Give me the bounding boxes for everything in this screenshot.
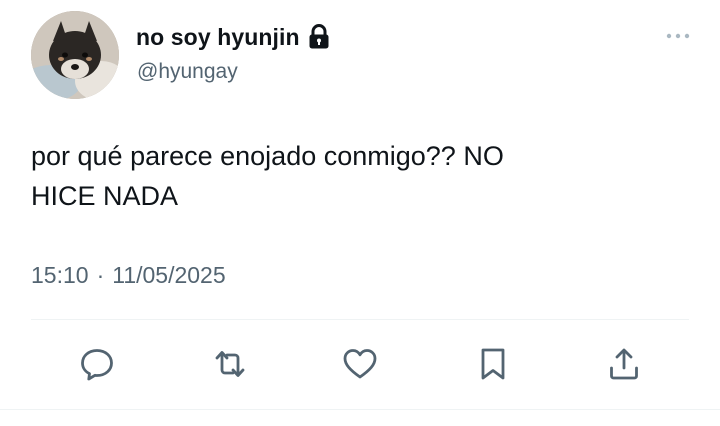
tweet-date[interactable]: 11/05/2025 bbox=[112, 262, 225, 289]
share-icon[interactable] bbox=[602, 342, 646, 386]
action-bar bbox=[0, 342, 720, 392]
bookmark-icon[interactable] bbox=[471, 342, 515, 386]
user-handle[interactable]: @hyungay bbox=[137, 60, 238, 84]
display-name-row: no soy hyunjin bbox=[136, 22, 330, 52]
tweet-text: por qué parece enojado conmigo?? NO HICE… bbox=[31, 141, 504, 211]
heart-icon[interactable] bbox=[338, 342, 382, 386]
avatar[interactable] bbox=[31, 11, 119, 99]
lock-icon bbox=[308, 24, 330, 50]
reply-icon[interactable] bbox=[75, 342, 119, 386]
tweet-time[interactable]: 15:10 bbox=[31, 262, 89, 289]
tweet: no soy hyunjin @hyungay por qué parece e… bbox=[0, 0, 720, 426]
bottom-divider bbox=[0, 409, 720, 410]
more-horizontal-icon[interactable] bbox=[664, 26, 692, 46]
display-name[interactable]: no soy hyunjin bbox=[136, 24, 300, 51]
tweet-meta: 15:10 · 11/05/2025 bbox=[31, 262, 226, 289]
retweet-icon[interactable] bbox=[208, 342, 252, 386]
avatar-image bbox=[31, 11, 119, 99]
divider bbox=[31, 319, 689, 320]
meta-separator: · bbox=[96, 262, 105, 288]
